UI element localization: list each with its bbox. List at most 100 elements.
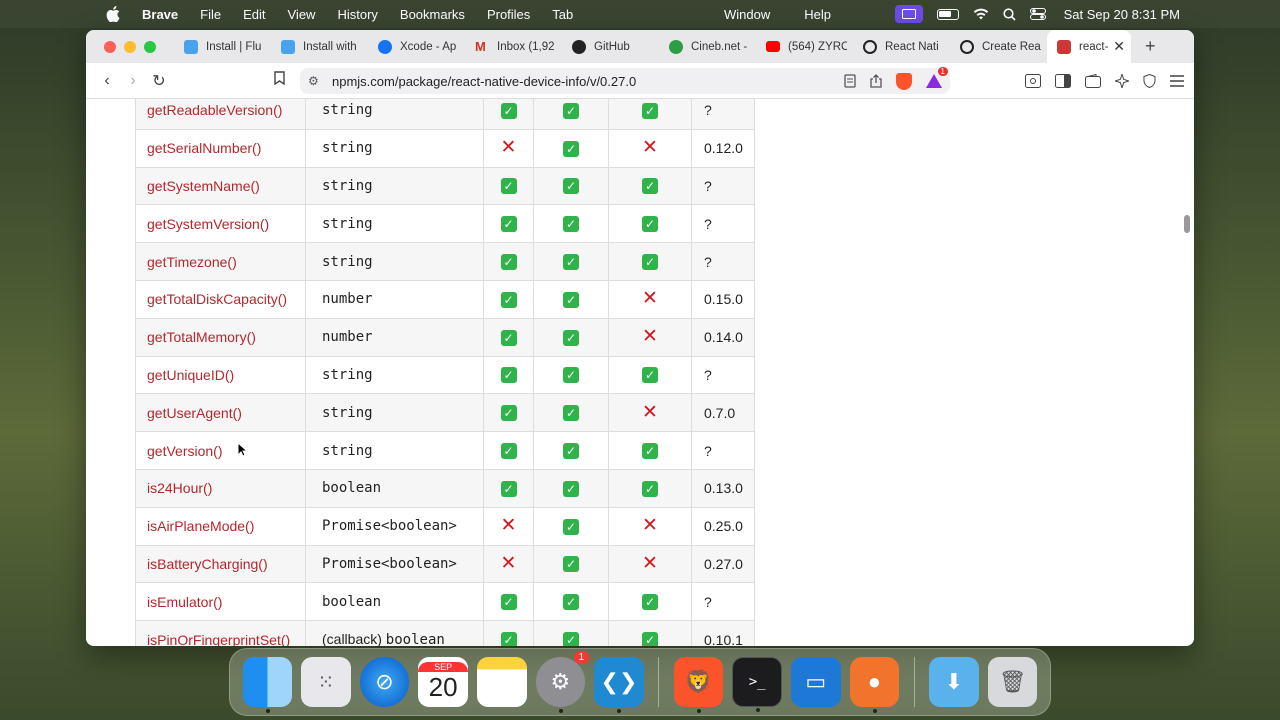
- trash-icon[interactable]: 🗑: [987, 657, 1038, 707]
- menu-help[interactable]: Help: [804, 7, 831, 22]
- since-version-cell: 0.7.0: [691, 393, 755, 433]
- menu-edit[interactable]: Edit: [243, 7, 265, 22]
- tab-gmail-inbox[interactable]: M Inbox (1,92: [465, 30, 562, 63]
- close-tab-icon[interactable]: ✕: [1109, 38, 1125, 55]
- finder-icon[interactable]: [242, 657, 293, 713]
- forward-button[interactable]: ›: [120, 72, 146, 90]
- method-name-link[interactable]: getSerialNumber(): [135, 128, 306, 168]
- close-window-button[interactable]: [104, 40, 116, 53]
- method-name-link[interactable]: getTimezone(): [135, 242, 306, 281]
- screen-share-icon[interactable]: [894, 5, 923, 23]
- menubar-clock[interactable]: Sat Sep 20 8:31 PM: [1064, 7, 1180, 22]
- menu-history[interactable]: History: [337, 7, 377, 22]
- app-name-menu[interactable]: Brave: [142, 7, 178, 22]
- gmail-icon: M: [475, 38, 486, 54]
- method-name-link[interactable]: is24Hour(): [135, 468, 306, 508]
- tab-cineb[interactable]: Cineb.net -: [659, 30, 756, 63]
- method-name-link[interactable]: isEmulator(): [135, 582, 306, 622]
- tab-create-react-chatgpt[interactable]: Create Rea: [950, 30, 1047, 63]
- minimize-window-button[interactable]: [124, 40, 136, 53]
- menu-window[interactable]: Window: [724, 7, 770, 22]
- scrollbar-thumb[interactable]: [1184, 215, 1190, 233]
- tab-label: Create Rea: [982, 40, 1041, 53]
- method-name-link[interactable]: getTotalMemory(): [135, 317, 306, 357]
- menu-view[interactable]: View: [288, 7, 316, 22]
- android-support-cell: ✓: [533, 166, 609, 206]
- settings-badge: 1: [573, 651, 590, 664]
- brave-rewards-icon[interactable]: 1: [926, 67, 948, 88]
- launchpad-icon[interactable]: ⁙: [301, 657, 351, 707]
- wifi-icon[interactable]: [973, 8, 989, 20]
- tab-xcode[interactable]: Xcode - Ap: [368, 30, 465, 63]
- table-row: isPinOrFingerprintSet() (callback) boolea…: [135, 620, 755, 646]
- site-settings-icon[interactable]: ⚙: [308, 74, 324, 88]
- menu-bookmarks[interactable]: Bookmarks: [400, 7, 465, 22]
- tab-npm-react-native[interactable]: react-n ✕: [1047, 30, 1131, 63]
- method-name-link[interactable]: getUserAgent(): [135, 393, 306, 433]
- method-name-link[interactable]: getReadableVersion(): [135, 99, 306, 130]
- windows-support-cell: ✕: [608, 506, 692, 546]
- remote-desktop-icon[interactable]: ▭: [791, 657, 841, 707]
- new-tab-button[interactable]: +: [1145, 36, 1156, 57]
- reload-button[interactable]: ↻: [146, 71, 172, 91]
- method-name-link[interactable]: getSystemName(): [135, 166, 306, 206]
- reader-mode-icon[interactable]: [844, 74, 856, 88]
- browser-toolbar: ‹ › ↻ ⚙ npmjs.com/package/react-native-d…: [86, 63, 1194, 99]
- calendar-icon[interactable]: SEP 20: [418, 657, 468, 707]
- vscode-icon[interactable]: ❮❯: [594, 657, 644, 713]
- return-type-cell: string: [305, 355, 484, 395]
- url-text[interactable]: npmjs.com/package/react-native-device-in…: [332, 74, 636, 89]
- share-icon[interactable]: [870, 74, 882, 88]
- sidebar-icon[interactable]: [1055, 73, 1071, 88]
- method-name-link[interactable]: isBatteryCharging(): [135, 544, 306, 584]
- method-name-link[interactable]: getTotalDiskCapacity(): [135, 279, 306, 319]
- windows-support-cell: ✕: [608, 279, 692, 319]
- youtube-icon: [766, 41, 780, 52]
- leo-ai-icon[interactable]: [1115, 73, 1129, 88]
- vpn-shield-icon[interactable]: [1143, 73, 1156, 88]
- terminal-icon[interactable]: >_: [732, 657, 782, 712]
- menu-file[interactable]: File: [200, 7, 221, 22]
- wallet-icon[interactable]: [1085, 73, 1101, 88]
- back-button[interactable]: ‹: [94, 72, 120, 90]
- tab-search-icon[interactable]: [1025, 73, 1041, 88]
- apple-menu-icon[interactable]: [106, 6, 120, 22]
- address-bar[interactable]: ⚙ npmjs.com/package/react-native-device-…: [300, 67, 950, 94]
- brave-shields-icon[interactable]: [896, 72, 912, 90]
- method-name-link[interactable]: getUniqueID(): [135, 355, 306, 395]
- method-name-link[interactable]: getVersion(): [135, 431, 306, 470]
- method-name-link[interactable]: isAirPlaneMode(): [135, 506, 306, 546]
- menu-profiles[interactable]: Profiles: [487, 7, 530, 22]
- android-support-cell: ✓: [533, 431, 609, 470]
- return-type-cell: string: [305, 431, 484, 470]
- safari-icon[interactable]: ⊘: [359, 657, 410, 707]
- brave-icon[interactable]: 🦁: [673, 657, 724, 713]
- downloads-folder-icon[interactable]: ⬇: [929, 657, 979, 707]
- hamburger-menu-icon[interactable]: [1170, 74, 1184, 87]
- method-name-link[interactable]: isPinOrFingerprintSet(): [135, 620, 306, 646]
- table-row: getTotalDiskCapacity() number ✓ ✓ ✕ 0.15.0: [135, 279, 755, 319]
- bookmark-icon[interactable]: [266, 71, 292, 90]
- since-version-cell: 0.13.0: [691, 468, 755, 508]
- control-center-icon[interactable]: [1029, 8, 1046, 20]
- notes-icon[interactable]: [476, 657, 527, 707]
- tab-install-flutter-1[interactable]: Install | Flu: [174, 30, 271, 63]
- tab-react-native-chatgpt[interactable]: React Nati: [853, 30, 950, 63]
- since-version-cell: 0.27.0: [691, 544, 755, 584]
- since-version-cell: ?: [691, 582, 755, 622]
- tab-label: react-n: [1079, 40, 1109, 53]
- return-type-cell: Promise<boolean>: [305, 506, 484, 546]
- since-version-cell: 0.14.0: [691, 317, 755, 357]
- tab-install-flutter-2[interactable]: Install with: [271, 30, 368, 63]
- menu-tab[interactable]: Tab: [552, 7, 573, 22]
- settings-icon[interactable]: ⚙ 1: [535, 651, 590, 713]
- method-name-link[interactable]: getSystemVersion(): [135, 204, 306, 244]
- tab-github[interactable]: GitHub: [562, 30, 659, 63]
- tab-youtube[interactable]: (564) ZYRO: [756, 30, 853, 63]
- since-version-cell: ?: [691, 355, 755, 395]
- battery-icon[interactable]: [936, 8, 959, 20]
- zoom-window-button[interactable]: [144, 40, 156, 53]
- screen-recorder-icon[interactable]: ●: [849, 657, 900, 713]
- spotlight-search-icon[interactable]: [1003, 7, 1016, 21]
- xcode-icon: [378, 39, 392, 54]
